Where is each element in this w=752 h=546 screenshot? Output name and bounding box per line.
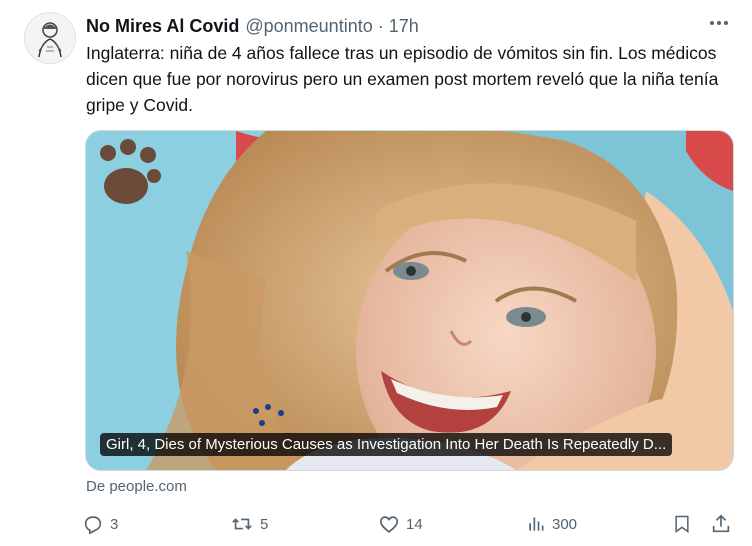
- views-chart-icon: [529, 517, 544, 531]
- tweet-header: No Mires Al Covid @ponmeuntinto · 17h: [86, 14, 732, 38]
- bookmark-icon: [675, 515, 689, 533]
- reply-icon: [84, 516, 102, 535]
- action-bar: 3 5 14 300: [82, 510, 734, 538]
- repost-button[interactable]: 5: [230, 510, 268, 538]
- sketch-portrait-avatar-icon: [25, 13, 75, 63]
- avatar[interactable]: [24, 12, 76, 64]
- card-title: Girl, 4, Dies of Mysterious Causes as In…: [100, 433, 673, 456]
- share-button[interactable]: [710, 510, 732, 538]
- timestamp[interactable]: 17h: [389, 16, 419, 37]
- card-source[interactable]: De people.com: [86, 478, 187, 495]
- tweet: No Mires Al Covid @ponmeuntinto · 17h In…: [0, 0, 752, 546]
- tweet-text: Inglaterra: niña de 4 años fallece tras …: [86, 43, 719, 115]
- repost-count: 5: [260, 515, 269, 533]
- share-icon: [712, 514, 730, 533]
- views-button[interactable]: 300: [526, 510, 577, 538]
- views-count: 300: [552, 515, 578, 533]
- like-count: 14: [406, 515, 423, 533]
- heart-icon: [379, 516, 399, 533]
- separator-dot: ·: [377, 15, 384, 36]
- bookmark-button[interactable]: [672, 510, 692, 538]
- repost-icon: [232, 518, 252, 530]
- author-name[interactable]: No Mires Al Covid: [86, 16, 239, 37]
- link-card[interactable]: Girl, 4, Dies of Mysterious Causes as In…: [85, 130, 734, 471]
- more-horizontal-icon[interactable]: [708, 12, 730, 34]
- reply-button[interactable]: 3: [82, 510, 118, 538]
- reply-count: 3: [110, 515, 119, 533]
- author-handle[interactable]: @ponmeuntinto: [245, 16, 372, 37]
- card-image: [86, 131, 733, 470]
- like-button[interactable]: 14: [378, 510, 423, 538]
